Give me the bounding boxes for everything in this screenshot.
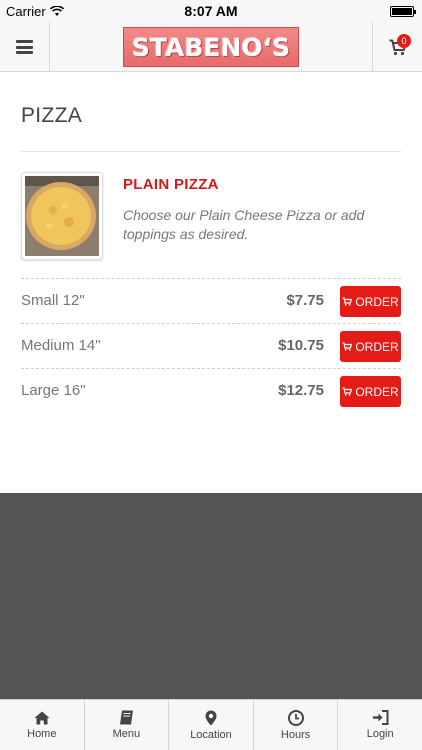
tab-home[interactable]: Home	[0, 700, 85, 750]
order-label: ORDER	[355, 294, 399, 309]
tab-hours[interactable]: Hours	[254, 700, 339, 750]
size-name: Medium 14"	[21, 337, 101, 354]
item-title: PLAIN PIZZA	[123, 176, 219, 193]
divider	[21, 151, 401, 152]
size-name: Large 16"	[21, 382, 86, 399]
size-price: $12.75	[278, 382, 324, 399]
menu-button[interactable]	[0, 22, 50, 72]
map-pin-icon	[205, 710, 217, 725]
login-icon	[372, 710, 389, 725]
order-button[interactable]: ORDER	[340, 286, 401, 317]
size-price: $7.75	[286, 292, 324, 309]
order-button[interactable]: ORDER	[340, 331, 401, 362]
size-row-medium: Medium 14" $10.75 ORDER	[21, 323, 401, 368]
tab-label: Hours	[280, 728, 311, 741]
pizza-image	[25, 176, 99, 256]
tab-menu[interactable]: Menu	[85, 700, 170, 750]
order-label: ORDER	[355, 384, 399, 399]
order-button[interactable]: ORDER	[340, 376, 401, 407]
tab-label: Menu	[112, 728, 141, 740]
app-header: STABENO‘S 0	[0, 22, 422, 72]
cart-small-icon	[342, 342, 353, 351]
tab-label: Login	[366, 728, 394, 740]
hamburger-icon	[16, 40, 33, 54]
home-icon	[34, 711, 50, 724]
order-label: ORDER	[355, 339, 399, 354]
status-time: 8:07 AM	[184, 3, 238, 19]
book-icon	[119, 710, 133, 725]
footer-background	[0, 493, 422, 699]
restaurant-logo: STABENO‘S	[123, 27, 299, 67]
item-description: Choose our Plain Cheese Pizza or add top…	[123, 207, 365, 242]
tab-label: Location	[190, 728, 232, 741]
cart-count-badge: 0	[397, 34, 411, 48]
status-bar: Carrier 8:07 AM	[0, 0, 422, 22]
size-name: Small 12"	[21, 292, 85, 309]
cart-small-icon	[342, 387, 353, 396]
size-row-small: Small 12" $7.75 ORDER	[21, 278, 401, 323]
section-title: PIZZA	[21, 104, 83, 127]
battery-icon	[390, 6, 416, 17]
cart-button[interactable]: 0	[372, 22, 422, 72]
cart-small-icon	[342, 297, 353, 306]
tab-location[interactable]: Location	[169, 700, 254, 750]
tab-label: Home	[27, 727, 57, 740]
logo-text: STABENO‘S	[131, 32, 291, 62]
tab-login[interactable]: Login	[338, 700, 422, 750]
clock-icon	[287, 709, 304, 726]
bottom-tab-bar: Home Menu Location Hours Login	[0, 699, 422, 750]
size-row-large: Large 16" $12.75 ORDER	[21, 368, 401, 413]
pizza-thumbnail[interactable]	[21, 172, 103, 260]
size-price: $10.75	[278, 337, 324, 354]
